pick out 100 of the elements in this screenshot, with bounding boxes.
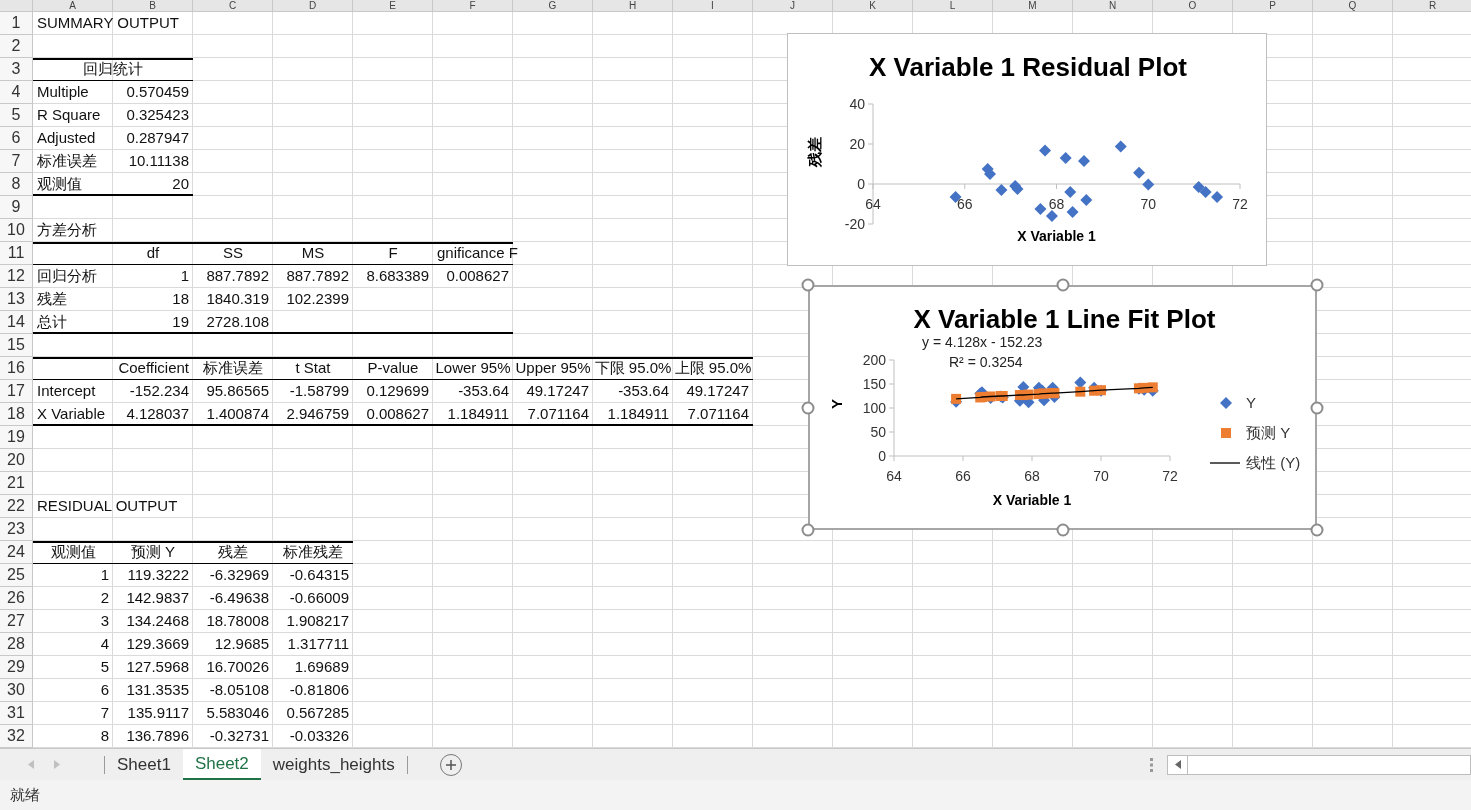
table-cell-text: 7.071164 [526, 404, 590, 425]
table-cell-text: 0.008627 [445, 266, 510, 287]
table-cell-text: Intercept [36, 381, 97, 402]
table-cell-text: 887.7892 [285, 266, 350, 287]
status-text: 就绪 [10, 784, 40, 805]
table-cell-text: 8 [99, 726, 110, 747]
axis-tick-label: 64 [886, 468, 902, 484]
table-cell-text: 下限 95.0% [593, 358, 673, 379]
table-cell-text: 1.184911 [606, 404, 670, 425]
axis-tick-label: 70 [1140, 196, 1157, 212]
table-cell-text: 18.78008 [205, 611, 270, 632]
table-cell-text: 95.86565 [205, 381, 270, 402]
table-cell-text: 残差 [36, 289, 68, 310]
table-cell-text: 0.008627 [365, 404, 430, 425]
table-cell-text: 观测值 [36, 174, 83, 195]
table-cell-text: 136.7896 [125, 726, 190, 747]
table-cell-text: Lower 95% [434, 358, 512, 379]
table-cell-text: 预测 Y [129, 542, 177, 563]
table-cell-text: gnificance F [436, 243, 519, 264]
table-cell-text: 7.071164 [686, 404, 750, 425]
axis-tick-label: 66 [956, 196, 973, 212]
table-cell-text: Adjusted [36, 128, 97, 149]
table-cell-text: 上限 95.0% [673, 358, 753, 379]
table-cell-text: 6 [99, 680, 110, 701]
table-cell-text: df [145, 243, 161, 264]
legend-label: 线性 (Y) [1246, 454, 1301, 471]
axis-tick-label: 64 [865, 196, 881, 212]
table-cell-text: 3 [99, 611, 110, 632]
table-cell-text: -353.64 [617, 381, 670, 402]
table-cell-text: SS [222, 243, 244, 264]
table-cell-text: t Stat [294, 358, 332, 379]
table-cell-text: Coefficient [117, 358, 190, 379]
table-cell-text: 2728.108 [205, 312, 270, 333]
table-cell-text: 49.17247 [685, 381, 750, 402]
trendline-equation: y = 4.128x - 152.23 [922, 334, 1043, 350]
table-cell-text: 2 [99, 588, 110, 609]
table-cell-text: 127.5968 [125, 657, 190, 678]
table-cell-text: R Square [36, 105, 102, 126]
table-cell-text: 135.9117 [126, 703, 190, 724]
table-cell-text: 标准残差 [282, 542, 344, 563]
table-cell-text: 回归统计 [82, 59, 144, 80]
table-cell-text: 129.3669 [125, 634, 190, 655]
axis-tick-label: 200 [862, 352, 886, 368]
axis-tick-label: 20 [849, 136, 865, 152]
table-cell-text: 方差分析 [36, 220, 98, 241]
chart-title: X Variable 1 Residual Plot [869, 52, 1187, 82]
table-cell-text: X Variable [36, 404, 107, 425]
table-cell-text: 回归分析 [36, 266, 98, 287]
table-cell-text: -6.49638 [208, 588, 270, 609]
table-cell-text: 总计 [36, 312, 68, 333]
table-cell-text: 1.317711 [286, 634, 350, 655]
table-cell-text: 1.69689 [293, 657, 350, 678]
table-cell-text: 1840.319 [205, 289, 270, 310]
table-cell-text: 4 [99, 634, 110, 655]
table-cell-text: -152.234 [128, 381, 190, 402]
table-cell-text: 7 [99, 703, 110, 724]
table-cell-text: 0.129699 [365, 381, 430, 402]
legend-label: 预测 Y [1246, 424, 1291, 441]
table-cell-text: 标准误差 [36, 151, 98, 172]
table-cell-text: -0.66009 [288, 588, 350, 609]
table-cell-text: 102.2399 [285, 289, 350, 310]
axis-tick-label: 72 [1232, 196, 1248, 212]
table-cell-text: 1.400874 [205, 404, 270, 425]
table-cell-text: 1 [99, 565, 110, 586]
table-cell-text: 1 [179, 266, 190, 287]
table-cell-text: 5.583046 [205, 703, 270, 724]
table-cell-text: 119.3222 [126, 565, 190, 586]
table-cell-text: -0.64315 [288, 565, 350, 586]
table-cell-text: Upper 95% [514, 358, 592, 379]
axis-title: X Variable 1 [1017, 228, 1096, 244]
axis-title: Y [828, 399, 845, 409]
table-cell-text: RESIDUAL OUTPUT [36, 496, 179, 517]
table-cell-text: 0.325423 [125, 105, 190, 126]
table-cell-text: 5 [99, 657, 110, 678]
table-cell-text: 131.3535 [125, 680, 190, 701]
axis-tick-label: 150 [862, 376, 886, 392]
table-cell-text: 1.908217 [285, 611, 350, 632]
table-cell-text: 887.7892 [205, 266, 270, 287]
table-cell-text: -8.05108 [208, 680, 270, 701]
axis-tick-label: 50 [870, 424, 886, 440]
axis-tick-label: 40 [849, 96, 865, 112]
table-cell-text: -0.03326 [288, 726, 350, 747]
axis-tick-label: 72 [1162, 468, 1178, 484]
table-cell-text: -6.32969 [208, 565, 270, 586]
table-cell-text: 4.128037 [125, 404, 190, 425]
table-cell-text: -353.64 [457, 381, 510, 402]
table-cell-text: 142.9837 [125, 588, 190, 609]
axis-tick-label: 70 [1093, 468, 1109, 484]
table-cell-text: -1.58799 [288, 381, 350, 402]
chart-title: X Variable 1 Line Fit Plot [913, 304, 1216, 334]
axis-tick-label: 0 [857, 176, 865, 192]
table-cell-text: 134.2468 [125, 611, 190, 632]
table-cell-text: Multiple [36, 82, 90, 103]
table-cell-text: 2.946759 [285, 404, 350, 425]
table-cell-text: 标准误差 [202, 358, 264, 379]
axis-tick-label: 66 [955, 468, 971, 484]
table-cell-text: P-value [366, 358, 420, 379]
table-cell-text: MS [300, 243, 326, 264]
axis-title: X Variable 1 [992, 492, 1072, 508]
axis-tick-label: 100 [862, 400, 886, 416]
